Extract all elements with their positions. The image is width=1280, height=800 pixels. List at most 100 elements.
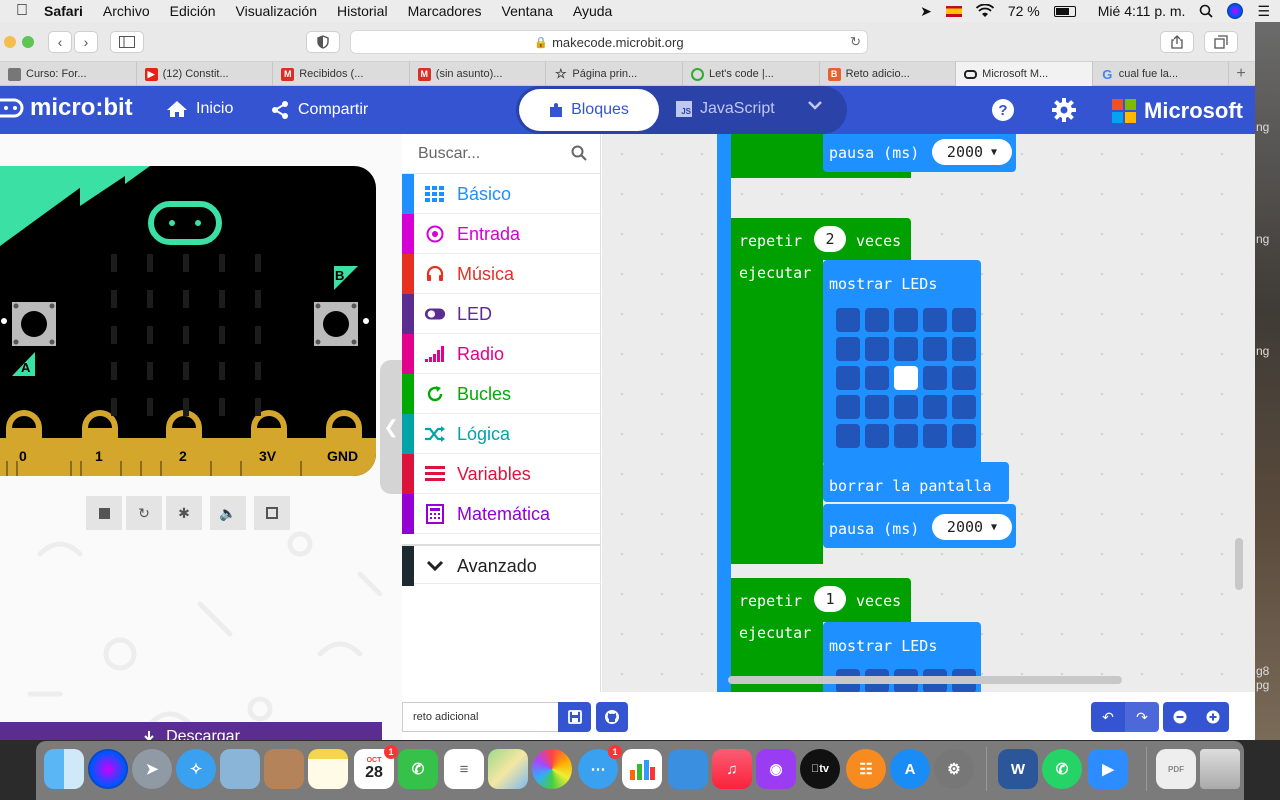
facetime-icon[interactable]: ✆ [398, 749, 438, 789]
reminders-icon[interactable]: ≡ [444, 749, 484, 789]
finder-icon[interactable] [44, 749, 84, 789]
pause-value-dropdown[interactable]: 2000 ▼ [932, 139, 1012, 165]
horizontal-scrollbar[interactable] [728, 676, 1122, 684]
word-icon[interactable]: W [998, 749, 1038, 789]
menu-ventana[interactable]: Ventana [502, 3, 553, 19]
browser-tab[interactable]: M Recibidos (... [273, 62, 410, 86]
stop-button[interactable] [86, 496, 122, 530]
led-cell[interactable] [865, 424, 889, 448]
fullscreen-button[interactable] [254, 496, 290, 530]
led-cell[interactable] [894, 308, 918, 332]
zoom-out-button[interactable] [1163, 702, 1196, 732]
podcasts-icon[interactable]: ◉ [756, 749, 796, 789]
led-cell[interactable] [923, 366, 947, 390]
blocks-editor-button[interactable]: Bloques [519, 89, 659, 131]
notes-icon[interactable] [308, 749, 348, 789]
led-cell[interactable] [894, 337, 918, 361]
tv-icon[interactable]: tv [800, 749, 840, 789]
category-input[interactable]: Entrada [402, 214, 601, 254]
led-cell[interactable] [923, 395, 947, 419]
calendar-icon[interactable]: OCT 28 1 [354, 745, 398, 789]
browser-tab[interactable]: ▶ (12) Constit... [137, 62, 274, 86]
address-bar[interactable]: 🔒 makecode.microbit.org ↻ [350, 30, 868, 54]
maps-icon[interactable] [488, 749, 528, 789]
menu-ayuda[interactable]: Ayuda [573, 3, 612, 19]
pin-0-label[interactable]: 0 [19, 448, 27, 464]
pin-gnd-label[interactable]: GND [327, 448, 358, 464]
window-minimize-icon[interactable] [4, 36, 16, 48]
pin-2-label[interactable]: 2 [179, 448, 187, 464]
pause-value-dropdown[interactable]: 2000 ▼ [932, 514, 1012, 540]
category-music[interactable]: Música [402, 254, 601, 294]
pin-3v-label[interactable]: 3V [259, 448, 276, 464]
new-tab-button[interactable]: + [1229, 62, 1255, 86]
browser-tab[interactable]: Curso: For... [0, 62, 137, 86]
project-name-input[interactable]: reto adicional [402, 702, 558, 732]
repeat-count-input[interactable]: 2 [814, 226, 846, 252]
led-cell[interactable] [923, 337, 947, 361]
sidebar-toggle-button[interactable] [110, 31, 144, 53]
editor-dropdown-button[interactable] [808, 100, 822, 110]
menu-app-name[interactable]: Safari [44, 3, 83, 19]
menu-historial[interactable]: Historial [337, 3, 388, 19]
vertical-scrollbar[interactable] [1235, 538, 1243, 590]
siri-icon[interactable] [1227, 3, 1244, 19]
led-cell[interactable] [836, 424, 860, 448]
download-button[interactable]: Descargar [0, 722, 382, 740]
led-cell[interactable] [865, 337, 889, 361]
category-loops[interactable]: Bucles [402, 374, 601, 414]
redo-button[interactable]: ↷ [1125, 702, 1159, 732]
category-logic[interactable]: Lógica [402, 414, 601, 454]
battery-icon[interactable] [1053, 5, 1076, 17]
contacts-icon[interactable] [264, 749, 304, 789]
led-cell[interactable] [894, 395, 918, 419]
browser-tab-active[interactable]: Microsoft M... [956, 62, 1093, 86]
led-cell[interactable] [952, 308, 976, 332]
zoom-in-button[interactable] [1196, 702, 1229, 732]
apple-icon[interactable]:  [0, 2, 44, 20]
back-button[interactable]: ‹ [48, 31, 72, 53]
system-preferences-icon[interactable]: ⚙ [934, 749, 974, 789]
forward-button[interactable]: › [74, 31, 98, 53]
microsoft-logo[interactable]: Microsoft [1112, 98, 1243, 124]
blocks-workspace[interactable]: pausa (ms) 2000 ▼ repetir 2 veces ejecuta… [602, 134, 1255, 692]
led-cell[interactable] [836, 308, 860, 332]
help-button[interactable]: ? [991, 98, 1015, 122]
led-cell[interactable] [865, 395, 889, 419]
browser-tab[interactable]: ☆ Página prin... [546, 62, 683, 86]
trash-icon[interactable] [1200, 749, 1240, 789]
led-cell[interactable] [923, 308, 947, 332]
github-button[interactable] [596, 702, 628, 732]
led-cell[interactable] [836, 366, 860, 390]
led-grid[interactable] [836, 308, 976, 448]
menu-archivo[interactable]: Archivo [103, 3, 150, 19]
category-led[interactable]: LED [402, 294, 601, 334]
launchpad-icon[interactable]: ➤ [132, 749, 172, 789]
browser-tab[interactable]: Let's code |... [683, 62, 820, 86]
pin-1-label[interactable]: 1 [95, 448, 103, 464]
pdf-document-icon[interactable]: PDF [1156, 749, 1196, 789]
undo-button[interactable]: ↶ [1091, 702, 1125, 732]
menu-visualizacion[interactable]: Visualización [236, 3, 317, 19]
led-cell[interactable] [923, 424, 947, 448]
category-radio[interactable]: Radio [402, 334, 601, 374]
browser-tab[interactable]: B Reto adicio... [820, 62, 957, 86]
app-store-icon[interactable]: A [890, 749, 930, 789]
mute-button[interactable]: 🔈 [210, 496, 246, 530]
keynote-icon[interactable] [668, 749, 708, 789]
window-zoom-icon[interactable] [22, 36, 34, 48]
repeat-count-input[interactable]: 1 [814, 586, 846, 612]
flag-icon[interactable] [945, 5, 962, 17]
save-button[interactable] [558, 702, 591, 732]
led-cell[interactable] [894, 424, 918, 448]
category-variables[interactable]: Variables [402, 454, 601, 494]
led-cell[interactable] [952, 337, 976, 361]
wifi-icon[interactable] [975, 4, 994, 18]
battery-percent[interactable]: 72 % [1008, 3, 1040, 19]
tab-overview-button[interactable] [1204, 31, 1238, 53]
category-basic[interactable]: Básico [402, 174, 601, 214]
browser-tab[interactable]: Gcual fue la... [1093, 62, 1230, 86]
menu-marcadores[interactable]: Marcadores [408, 3, 482, 19]
category-math[interactable]: Matemática [402, 494, 601, 534]
numbers-icon[interactable] [622, 749, 662, 789]
